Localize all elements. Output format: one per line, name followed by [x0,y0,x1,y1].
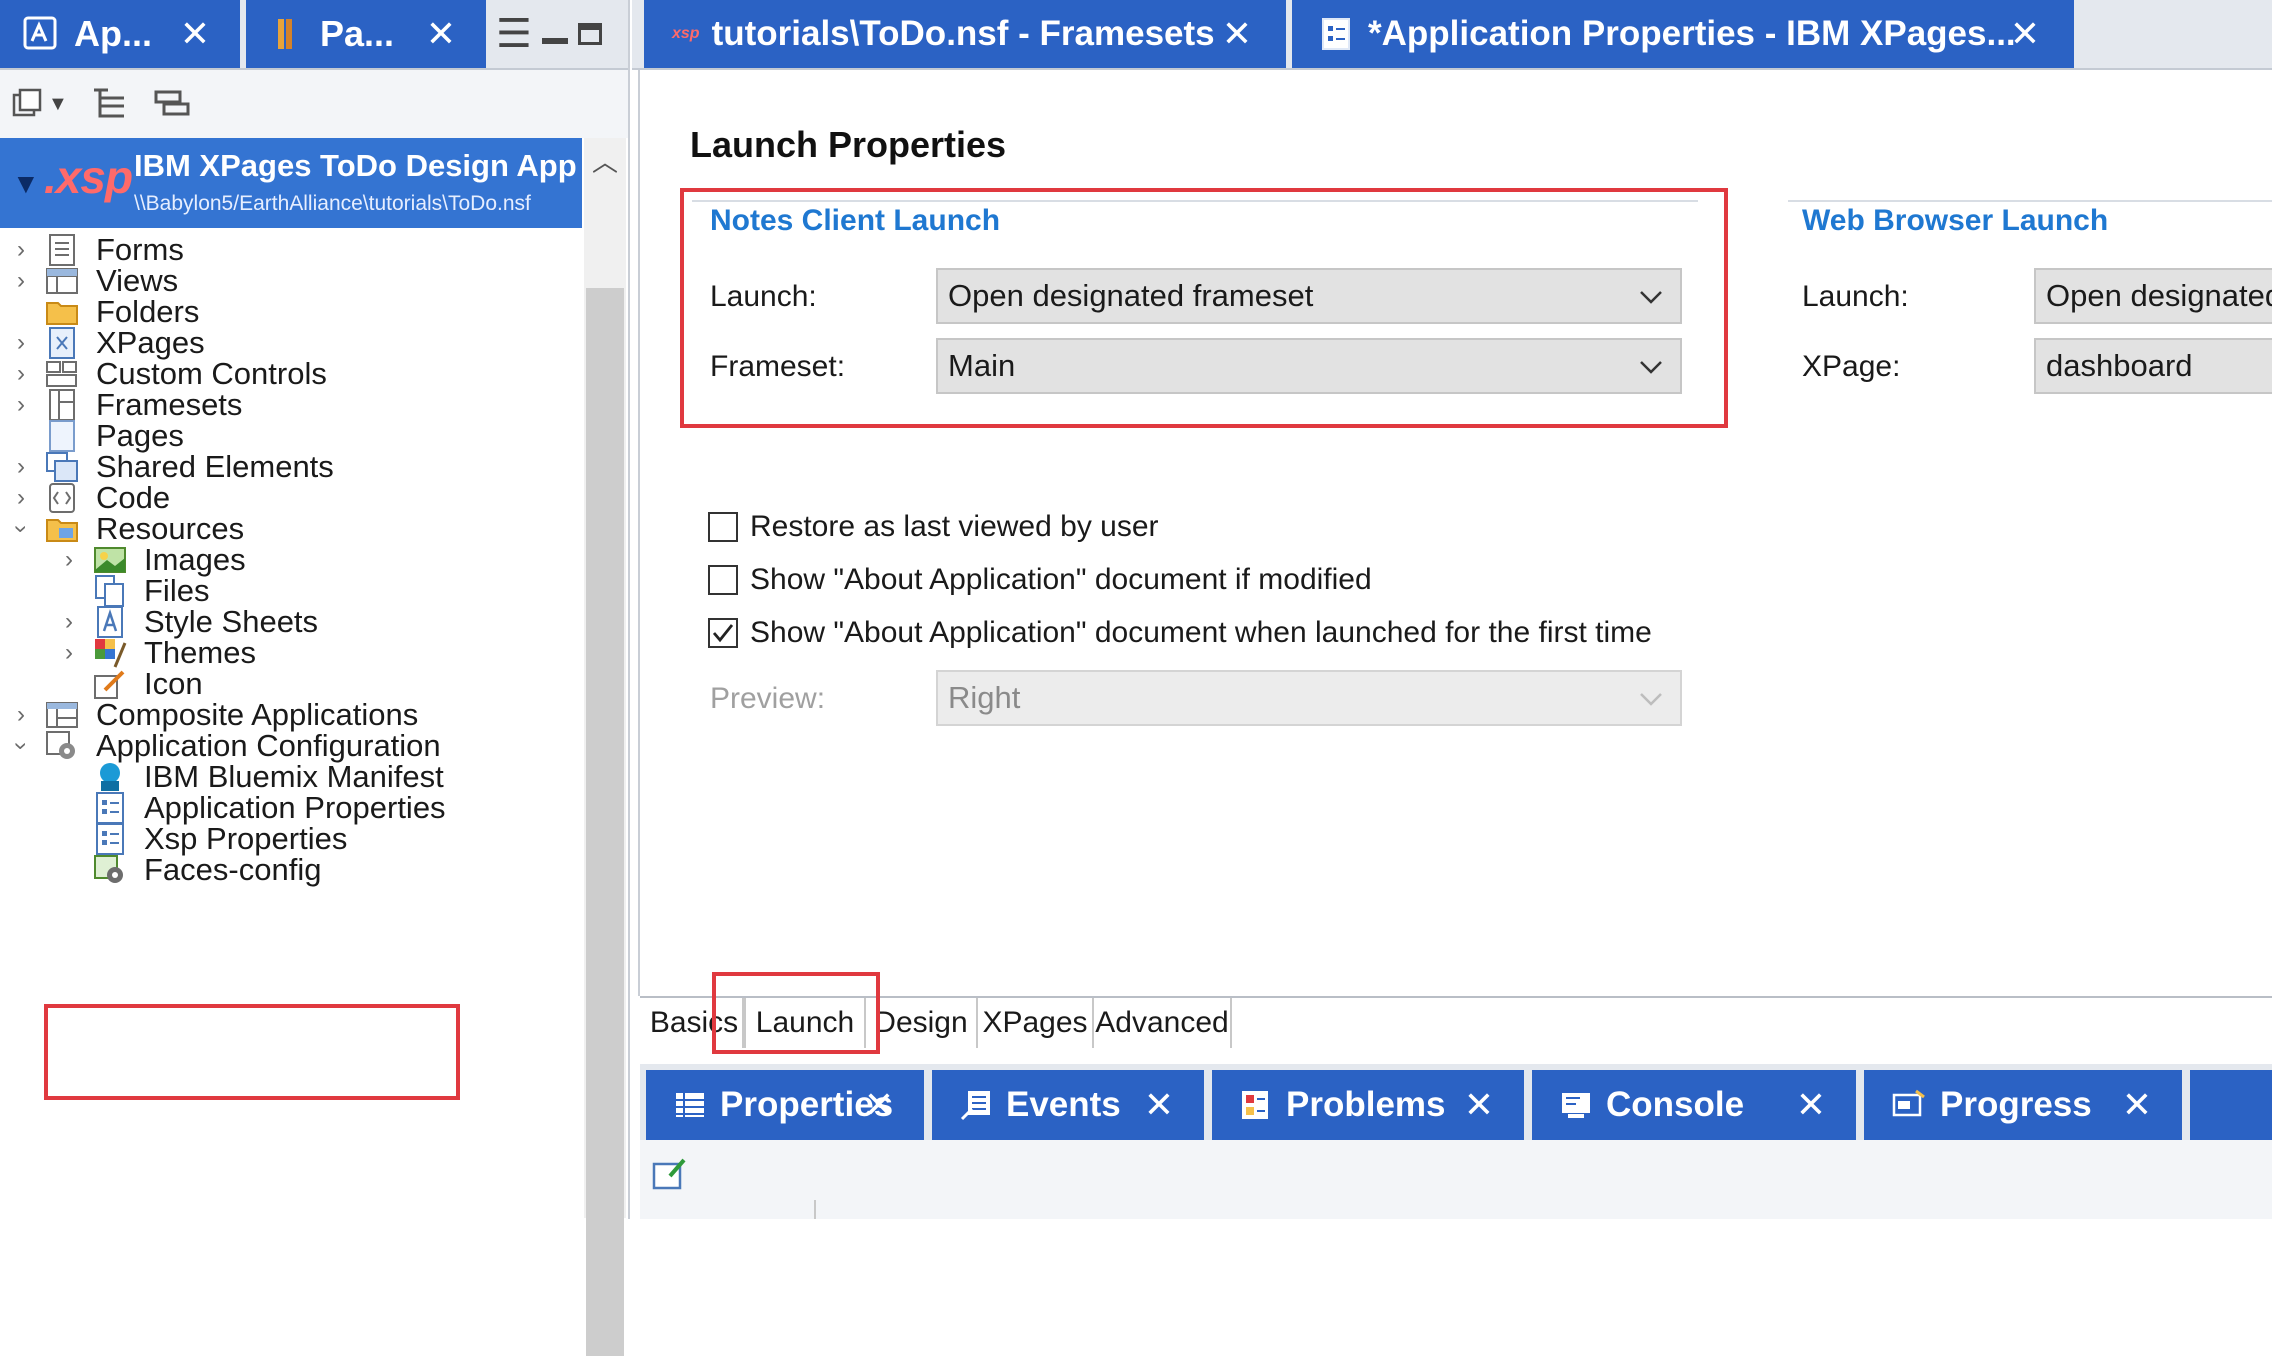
tab-package-explorer[interactable]: Pa... ✕ [246,0,486,68]
editor-tab-bar: xsp tutorials\ToDo.nsf - Framesets ✕ *Ap… [632,0,2272,70]
preview-label: Preview: [710,682,826,715]
xpage-select-value: dashboard [2046,348,2193,383]
properties-file-icon [1320,16,1356,52]
xpage-label: XPage: [1802,350,1901,383]
web-browser-launch-title: Web Browser Launch [1802,204,2109,237]
tab-events[interactable]: Events ✕ [932,1070,1204,1140]
tab-xpages[interactable]: XPages [978,998,1094,1048]
navigator-tab-bar: Ap... ✕ Pa... ✕ ☰ [0,0,628,70]
close-icon[interactable]: ✕ [1796,1084,1826,1126]
problems-icon [1240,1089,1272,1121]
preview-select: Right [936,670,1682,726]
project-header[interactable]: ▼ .xsp IBM XPages ToDo Design App \\Baby… [0,138,582,228]
tab-advanced[interactable]: Advanced [1094,998,1232,1048]
preview-select-value: Right [948,680,1021,715]
chevron-down-icon[interactable]: › [7,733,35,759]
minimize-icon[interactable] [541,38,568,44]
navigator-toolbar: ▼ [0,70,628,138]
bottom-view-tab-bar: Properties ✕ Events ✕ Problems ✕ Console… [640,1064,2272,1140]
tab-label: tutorials\ToDo.nsf - Framesets [711,14,1215,53]
web-launch-label: Launch: [1802,280,1909,313]
checkbox-box[interactable] [708,565,738,595]
scrollbar-thumb[interactable] [586,288,624,1356]
view-menu-icon[interactable]: ☰ [496,14,532,54]
web-launch-select-value: Open designated [2046,278,2272,313]
tab-console[interactable]: Console ✕ [1532,1070,1856,1140]
chevron-down-icon[interactable]: ▼ [48,84,68,124]
tab-design[interactable]: Design [866,998,978,1048]
tree-item-faces-config[interactable]: Faces-config [56,848,321,892]
progress-icon [1892,1089,1926,1121]
application-navigator-icon [22,15,60,53]
navigator-scrollbar[interactable]: ︿ [584,138,626,1356]
tab-progress[interactable]: Progress ✕ [1864,1070,2182,1140]
expand-caret-icon[interactable]: ▼ [12,168,40,200]
tab-overflow[interactable] [2190,1070,2272,1140]
chevron-down-icon [1636,684,1666,714]
restore-last-viewed-checkbox[interactable]: Restore as last viewed by user [708,510,1159,544]
checkmark-icon [712,624,734,643]
close-icon[interactable]: ✕ [1222,13,1252,55]
close-icon[interactable]: ✕ [1464,1084,1494,1126]
new-icon[interactable] [10,84,44,124]
show-about-if-modified-checkbox[interactable]: Show "About Application" document if mod… [708,563,1372,597]
pin-to-selection-icon[interactable] [650,1154,690,1199]
project-name: IBM XPages ToDo Design App [134,148,577,183]
close-icon[interactable]: ✕ [180,13,210,55]
highlight-notes-client-launch [680,188,1728,428]
xsp-badge: xsp [672,25,700,42]
checkbox-box[interactable] [708,512,738,542]
close-icon[interactable]: ✕ [426,13,456,55]
show-about-first-time-checkbox[interactable]: Show "About Application" document when l… [708,616,1652,650]
xpage-select[interactable]: dashboard [2034,338,2272,394]
close-icon[interactable]: ✕ [2122,1084,2152,1126]
group-divider [1788,200,2272,202]
scroll-up-icon[interactable]: ︿ [592,142,618,179]
tab-framesets[interactable]: xsp tutorials\ToDo.nsf - Framesets ✕ [644,0,1286,68]
web-launch-select[interactable]: Open designated [2034,268,2272,324]
console-icon [1560,1090,1592,1120]
launch-properties-title: Launch Properties [690,124,1007,165]
close-icon[interactable]: ✕ [1144,1084,1174,1126]
events-icon [960,1089,992,1121]
highlight-launch-tab [712,972,880,1054]
checkbox-box[interactable] [708,618,738,648]
properties-icon [674,1090,706,1120]
xsp-logo: .xsp [44,151,133,203]
close-icon[interactable]: ✕ [864,1084,894,1126]
tab-label: Ap... [74,13,152,54]
divider [814,1200,816,1219]
properties-view [640,1140,2272,1219]
package-explorer-icon [268,15,306,53]
tab-label: *Application Properties - IBM XPages... [1368,14,2016,53]
view-menu[interactable]: ☰ [496,14,620,54]
tab-problems[interactable]: Problems ✕ [1212,1070,1524,1140]
link-with-editor-icon[interactable] [152,84,192,124]
chevron-down-icon[interactable]: › [7,516,35,542]
close-icon[interactable]: ✕ [2010,13,2040,55]
collapse-all-icon[interactable] [90,84,130,124]
editor-page-tabs: Basics Launch Design XPages Advanced [640,996,2272,1050]
tab-application-navigator[interactable]: Ap... ✕ [0,0,240,68]
highlight-application-properties [44,1004,460,1100]
faces-config-icon [92,852,128,888]
tab-application-properties[interactable]: *Application Properties - IBM XPages... … [1292,0,2074,68]
maximize-icon[interactable] [577,23,602,45]
project-path: \\Babylon5/EarthAlliance\tutorials\ToDo.… [134,192,531,215]
tab-properties[interactable]: Properties ✕ [646,1070,924,1140]
tab-label: Pa... [320,13,395,54]
